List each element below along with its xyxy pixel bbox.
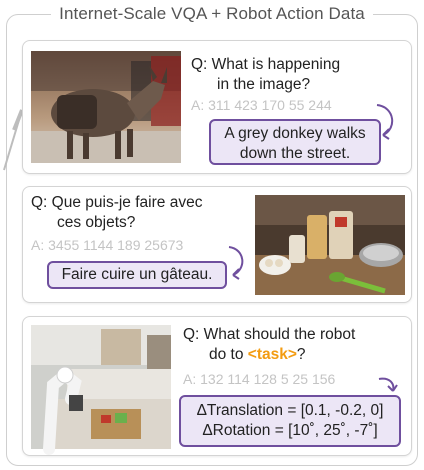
answer-box: Faire cuire un gâteau. — [47, 261, 227, 289]
task-placeholder: <task> — [247, 346, 297, 363]
diagram-title: Internet-Scale VQA + Robot Action Data — [0, 4, 424, 24]
curved-arrow-icon — [228, 246, 244, 280]
robot-action-card: Q: What should the robot do to <task>? A… — [22, 316, 412, 456]
baking-ingredients-photo — [255, 195, 405, 295]
donkey-photo — [31, 51, 181, 163]
answer-tokens: A: 132 114 128 5 25 156 — [183, 371, 336, 387]
question-text: Q: What is happening in the image? — [191, 56, 341, 93]
question-text: Q: Que puis-je faire avec ces objets? — [31, 194, 203, 231]
action-answer-box: ΔTranslation = [0.1, -0.2, 0] ΔRotation … — [179, 395, 401, 447]
curved-arrow-icon — [378, 377, 398, 392]
vqa-example-card-1: Q: What is happening in the image? A: 31… — [22, 40, 412, 174]
robot-arm-photo — [31, 325, 171, 455]
question-text: Q: What should the robot do to <task>? — [183, 326, 356, 363]
answer-tokens: A: 311 423 170 55 244 — [191, 97, 332, 113]
answer-box: A grey donkey walks down the street. — [209, 119, 381, 165]
answer-tokens: A: 3455 1144 189 25673 — [31, 237, 184, 253]
vqa-example-card-2: Q: Que puis-je faire avec ces objets? A:… — [22, 186, 412, 303]
